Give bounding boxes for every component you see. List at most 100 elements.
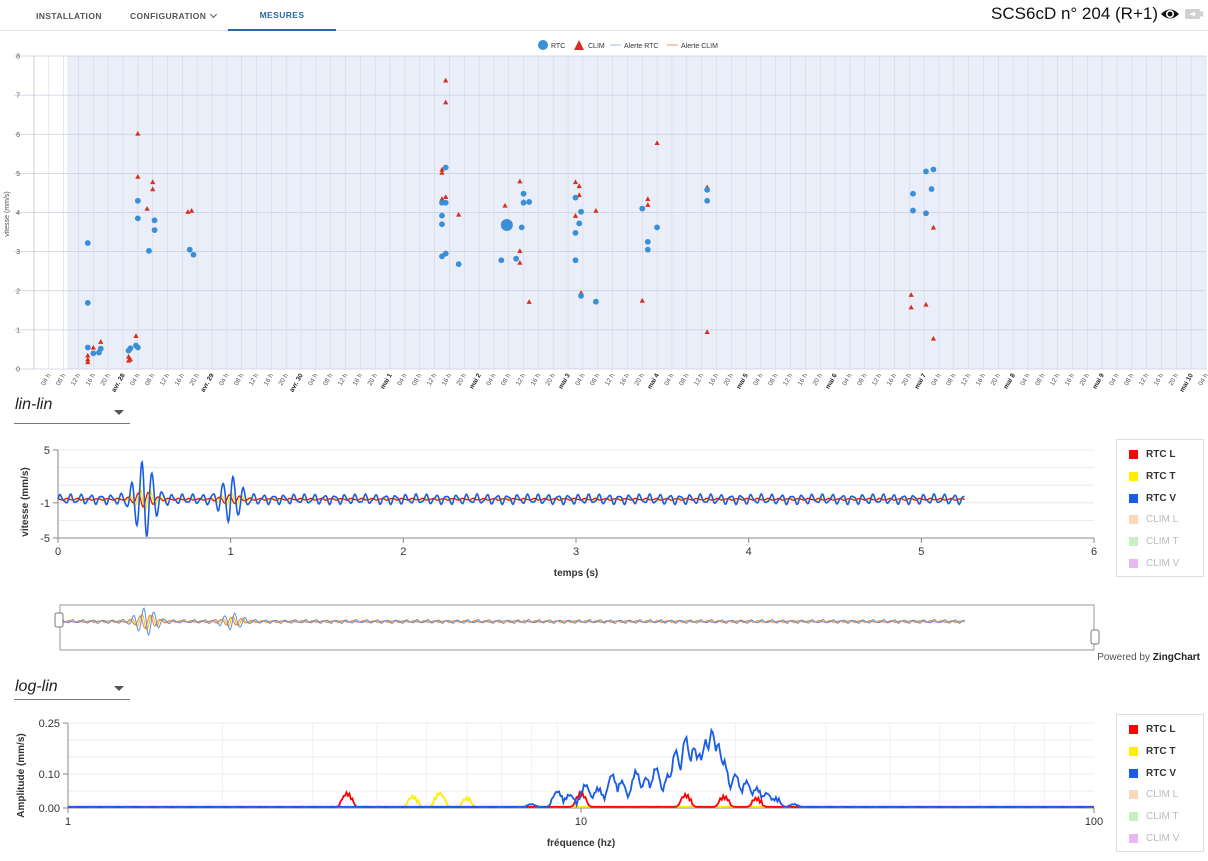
tab-mesures[interactable]: MESURES [228,0,336,31]
legend-item-clim-t[interactable]: CLIM T [1129,806,1203,828]
y-tick-label: 8 [16,54,20,61]
rtc-point [910,190,916,197]
rtc-point [930,166,937,173]
legend-label: CLIM L [1146,514,1179,526]
rtc-point-highlighted [500,219,513,232]
eye-icon[interactable] [1160,6,1180,22]
legend-swatch [1129,515,1138,525]
x-tick-label: 08 h [678,372,691,387]
legend-swatch [1129,537,1138,547]
y-tick-label: 7 [16,93,20,100]
legend-item-clim-v[interactable]: CLIM V [1129,827,1203,849]
legend-item-clim-t[interactable]: CLIM T [1129,531,1203,553]
rtc-point [151,217,158,224]
legend-swatch [1129,790,1138,800]
y-tick-label: 5 [44,445,50,457]
x-tick-label: 3 [573,546,579,558]
preview-frame [59,604,1095,651]
time-chart-legend: RTC L RTC T RTC V CLIM L CLIM T CLIM V [1116,439,1204,577]
frequency-scale-select[interactable]: log-lin [14,678,130,700]
x-tick-label: avr. 30 [289,372,305,393]
rtc-point [498,257,505,264]
x-tick-label: 20 h [990,372,1003,387]
y-axis-title: vitesse (mm/s) [4,191,11,237]
rtc-point [151,227,158,234]
legend-item-rtc-l[interactable]: RTC L [1129,444,1203,466]
rtc-point [644,246,651,253]
legend-swatch [1129,833,1138,843]
legend-swatch [1129,812,1138,822]
x-tick-label: mai 6 [824,372,839,390]
legend-label: RTC L [1146,449,1176,461]
x-tick-label: 12 h [871,372,884,387]
legend-item-rtc-t[interactable]: RTC T [1129,466,1203,488]
powered-by-zingchart[interactable]: Powered by ZingChart [1097,652,1200,663]
x-tick-label: 16 h [619,372,632,387]
y-tick-label: 0.25 [39,718,60,730]
x-tick-label: 08 h [411,372,424,387]
legend-item-rtc-l[interactable]: RTC L [1129,719,1203,741]
y-tick-label: 0.10 [39,769,60,781]
tab-installation-label: INSTALLATION [36,10,102,21]
y-tick-label: 5 [16,171,20,178]
rtc-point [572,257,579,264]
x-tick-label: 20 h [1168,372,1181,387]
rtc-point [578,292,584,299]
rtc-point [644,238,651,245]
rtc-point [134,344,141,351]
x-tick-label: 04 h [40,372,53,387]
x-tick-label: 16 h [797,372,810,387]
time-scale-value: lin-lin [15,396,53,413]
x-tick-label: 12 h [782,372,795,387]
x-tick-label: 04 h [752,372,765,387]
legend-item-clim-v[interactable]: CLIM V [1129,552,1203,574]
tab-configuration[interactable]: CONFIGURATION [130,0,226,31]
x-tick-label: 16 h [263,372,276,387]
x-tick-label: 5 [918,546,924,558]
x-tick-label: 04 h [218,372,231,387]
rtc-point [578,208,584,215]
x-tick-label: 12 h [248,372,261,387]
x-tick-label: 20 h [456,372,469,387]
legend-swatch [1129,725,1138,735]
x-tick-label: 12 h [1049,372,1062,387]
frequency-chart-legend: RTC L RTC T RTC V CLIM L CLIM T CLIM V [1116,714,1204,852]
x-tick-label: mai 3 [557,372,572,390]
rtc-point [572,229,579,236]
legend-swatch [1129,768,1138,778]
rtc-point [639,205,646,212]
x-tick-label: 12 h [426,372,439,387]
x-tick-label: 12 h [70,372,83,387]
x-tick-label: mai 9 [1092,372,1107,390]
legend-item-rtc-v[interactable]: RTC V [1129,487,1203,509]
x-tick-label: mai 4 [646,372,661,390]
legend-item-clim-l[interactable]: CLIM L [1129,509,1203,531]
x-tick-label: 04 h [1108,372,1121,387]
time-signal-chart: 5 -1 -5 0 1 2 3 4 5 6 temps (s) vitesse (mm/s) [20,445,1097,579]
legend-item-rtc-t[interactable]: RTC T [1129,741,1203,763]
x-tick-label: mai 10 [1179,372,1195,393]
legend-item-rtc-v[interactable]: RTC V [1129,762,1203,784]
x-tick-label: 12 h [1138,372,1151,387]
x-tick-label: 16 h [174,372,187,387]
legend-label: CLIM V [1146,557,1180,569]
x-tick-label: 20 h [723,372,736,387]
rtc-point [97,345,104,352]
y-axis-title: Amplitude (mm/s) [16,733,27,817]
rtc-point [439,221,445,228]
rtc-point [592,298,599,305]
device-title: SCS6cD n° 204 (R+1) [991,4,1158,23]
x-tick-label: 08 h [945,372,958,387]
legend-clim-label: CLIM [588,43,605,50]
rtc-point [84,299,91,306]
range-preview[interactable] [0,600,1110,656]
legend-rtc-label: RTC [551,43,565,50]
rtc-point [923,210,929,217]
y-tick-label: 0 [16,367,20,374]
tab-installation[interactable]: INSTALLATION [36,0,106,31]
x-tick-label: 0 [55,546,61,558]
rtc-point [576,220,583,227]
x-tick-label: 20 h [634,372,647,387]
legend-item-clim-l[interactable]: CLIM L [1129,784,1203,806]
time-scale-select[interactable]: lin-lin [14,396,130,424]
